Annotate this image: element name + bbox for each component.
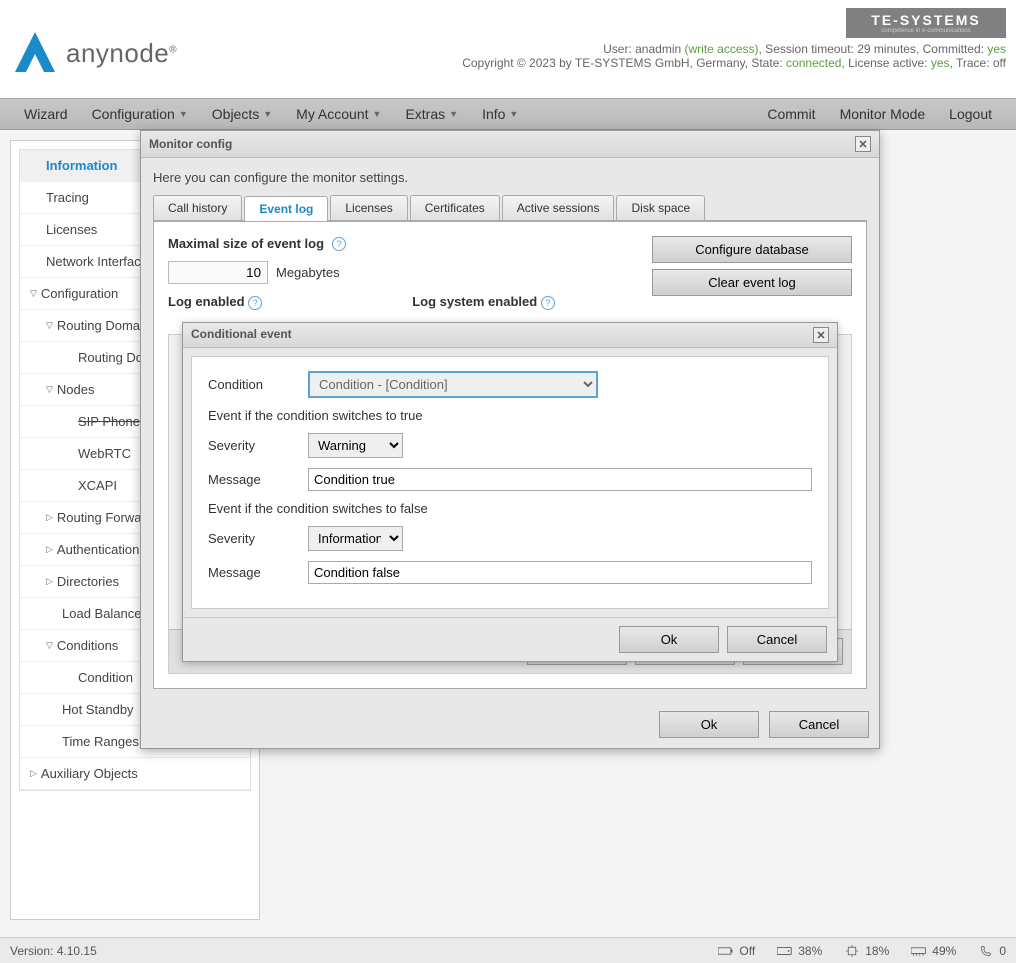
message-false-label: Message <box>208 565 298 580</box>
chevron-down-icon: ▼ <box>509 109 518 119</box>
sub-cancel-button[interactable]: Cancel <box>727 626 827 653</box>
log-enabled-label: Log enabled <box>168 294 245 309</box>
tab-call-history[interactable]: Call history <box>153 195 242 220</box>
sub-ok-button[interactable]: Ok <box>619 626 719 653</box>
menu-objects[interactable]: Objects▼ <box>200 99 284 129</box>
close-icon[interactable]: ✕ <box>813 327 829 343</box>
header-info: TE-SYSTEMS competence in e-communication… <box>462 8 1006 98</box>
status-bar: Version: 4.10.15 Off 38% 18% 49% 0 <box>0 937 1016 963</box>
severity-true-label: Severity <box>208 438 298 453</box>
triangle-down-icon: ▽ <box>30 288 37 299</box>
chevron-down-icon: ▼ <box>449 109 458 119</box>
status-memory: 49% <box>911 944 956 958</box>
copyright-line: Copyright © 2023 by TE-SYSTEMS GmbH, Ger… <box>462 56 1006 70</box>
status-disk: 38% <box>777 944 822 958</box>
chevron-down-icon: ▼ <box>373 109 382 119</box>
tab-active-sessions[interactable]: Active sessions <box>502 195 615 220</box>
triangle-right-icon: ▷ <box>46 544 53 555</box>
tabs: Call history Event log Licenses Certific… <box>153 195 867 221</box>
menu-my-account[interactable]: My Account▼ <box>284 99 393 129</box>
sub-dialog-title: Conditional event <box>191 327 292 343</box>
anynode-logo-icon <box>10 28 60 78</box>
condition-label: Condition <box>208 377 298 392</box>
max-size-unit: Megabytes <box>276 265 340 280</box>
tab-event-log[interactable]: Event log <box>244 196 328 221</box>
menu-info[interactable]: Info▼ <box>470 99 530 129</box>
triangle-right-icon: ▷ <box>46 512 53 523</box>
severity-true-select[interactable]: Warning <box>308 433 403 458</box>
conditional-event-dialog: Conditional event ✕ Condition Condition … <box>182 322 838 662</box>
dialog-footer: Ok Cancel <box>141 701 879 748</box>
disk-icon <box>777 945 793 957</box>
sub-dialog-title-bar[interactable]: Conditional event ✕ <box>183 323 837 348</box>
max-size-label: Maximal size of event log <box>168 236 324 251</box>
severity-false-select[interactable]: Information <box>308 526 403 551</box>
menu-configuration[interactable]: Configuration▼ <box>80 99 200 129</box>
log-system-enabled-label: Log system enabled <box>412 294 537 309</box>
message-true-label: Message <box>208 472 298 487</box>
menu-commit[interactable]: Commit <box>755 106 827 122</box>
phone-icon <box>978 945 994 957</box>
message-false-input[interactable] <box>308 561 812 584</box>
status-charging: Off <box>718 944 755 958</box>
help-icon[interactable]: ? <box>332 237 346 251</box>
menubar: Wizard Configuration▼ Objects▼ My Accoun… <box>0 98 1016 130</box>
status-calls: 0 <box>978 944 1006 958</box>
cancel-button[interactable]: Cancel <box>769 711 869 738</box>
header: anynode® TE-SYSTEMS competence in e-comm… <box>0 0 1016 98</box>
triangle-down-icon: ▽ <box>46 320 53 331</box>
sidebar-item-auxiliary-objects[interactable]: ▷Auxiliary Objects <box>20 758 250 790</box>
status-cpu: 18% <box>844 944 889 958</box>
dialog-title-bar[interactable]: Monitor config ✕ <box>141 131 879 158</box>
configure-database-button[interactable]: Configure database <box>652 236 852 263</box>
triangle-right-icon: ▷ <box>46 576 53 587</box>
chevron-down-icon: ▼ <box>263 109 272 119</box>
menu-monitor-mode[interactable]: Monitor Mode <box>828 106 938 122</box>
user-line: User: anadmin (write access), Session ti… <box>462 42 1006 56</box>
help-icon[interactable]: ? <box>541 296 555 310</box>
version-value: 4.10.15 <box>57 944 97 958</box>
max-size-input[interactable] <box>168 261 268 284</box>
te-systems-logo: TE-SYSTEMS competence in e-communication… <box>846 8 1006 38</box>
severity-false-label: Severity <box>208 531 298 546</box>
ok-button[interactable]: Ok <box>659 711 759 738</box>
version-label: Version: <box>10 944 53 958</box>
cpu-icon <box>844 945 860 957</box>
close-icon[interactable]: ✕ <box>855 136 871 152</box>
dialog-title: Monitor config <box>149 137 232 151</box>
menu-logout[interactable]: Logout <box>937 106 1004 122</box>
chevron-down-icon: ▼ <box>179 109 188 119</box>
product-name: anynode® <box>66 38 177 69</box>
message-true-input[interactable] <box>308 468 812 491</box>
tab-disk-space[interactable]: Disk space <box>616 195 705 220</box>
tab-certificates[interactable]: Certificates <box>410 195 500 220</box>
battery-icon <box>718 945 734 957</box>
condition-select[interactable]: Condition - [Condition] <box>308 371 598 398</box>
triangle-down-icon: ▽ <box>46 384 53 395</box>
logo: anynode® <box>10 8 177 98</box>
true-section-head: Event if the condition switches to true <box>208 408 812 423</box>
memory-icon <box>911 945 927 957</box>
triangle-down-icon: ▽ <box>46 640 53 651</box>
help-icon[interactable]: ? <box>248 296 262 310</box>
tab-licenses[interactable]: Licenses <box>330 195 407 220</box>
menu-extras[interactable]: Extras▼ <box>393 99 470 129</box>
menu-wizard[interactable]: Wizard <box>12 99 80 129</box>
clear-event-log-button[interactable]: Clear event log <box>652 269 852 296</box>
dialog-intro: Here you can configure the monitor setti… <box>153 170 867 185</box>
sub-dialog-footer: Ok Cancel <box>183 617 837 661</box>
false-section-head: Event if the condition switches to false <box>208 501 812 516</box>
triangle-right-icon: ▷ <box>30 768 37 779</box>
